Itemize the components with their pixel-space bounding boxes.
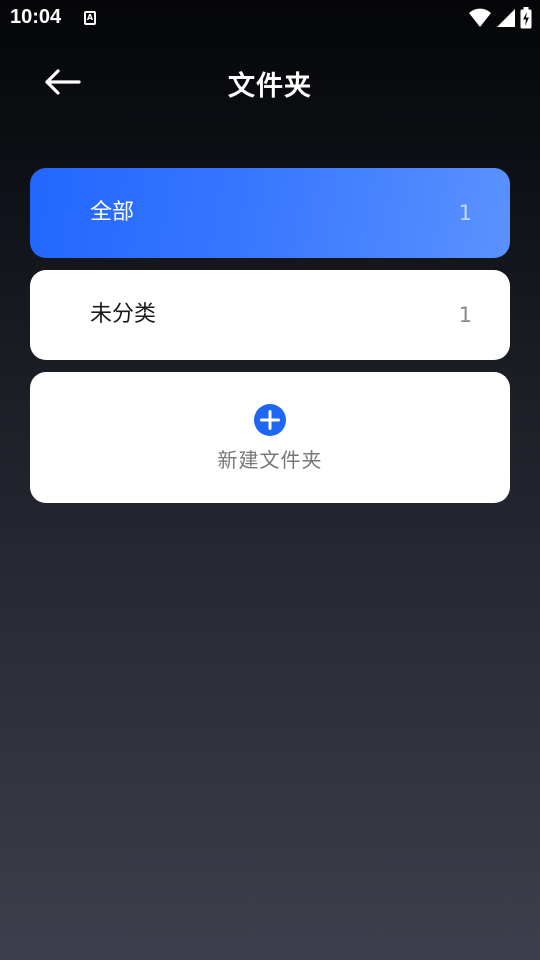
new-folder-label: 新建文件夹 [217,448,323,472]
status-bar: 10:04 A [0,0,540,36]
notification-a-icon: A [84,11,96,25]
top-app-bar: 文件夹 [0,44,540,120]
folder-label: 全部 [90,200,135,225]
plus-circle-icon [254,404,286,436]
wifi-icon [469,8,491,27]
status-icons [468,6,532,30]
cellular-signal-icon [497,9,515,27]
folder-count: 1 [458,201,472,225]
page-title: 文件夹 [228,71,312,102]
status-time: 10:04 [10,6,62,28]
folder-item-all[interactable]: 全部 1 [30,168,510,258]
folder-item-uncategorized[interactable]: 未分类 1 [30,270,510,360]
folder-label: 未分类 [90,302,157,327]
folder-count: 1 [458,303,472,327]
battery-charging-icon [520,7,532,29]
new-folder-button[interactable]: 新建文件夹 [30,372,510,503]
